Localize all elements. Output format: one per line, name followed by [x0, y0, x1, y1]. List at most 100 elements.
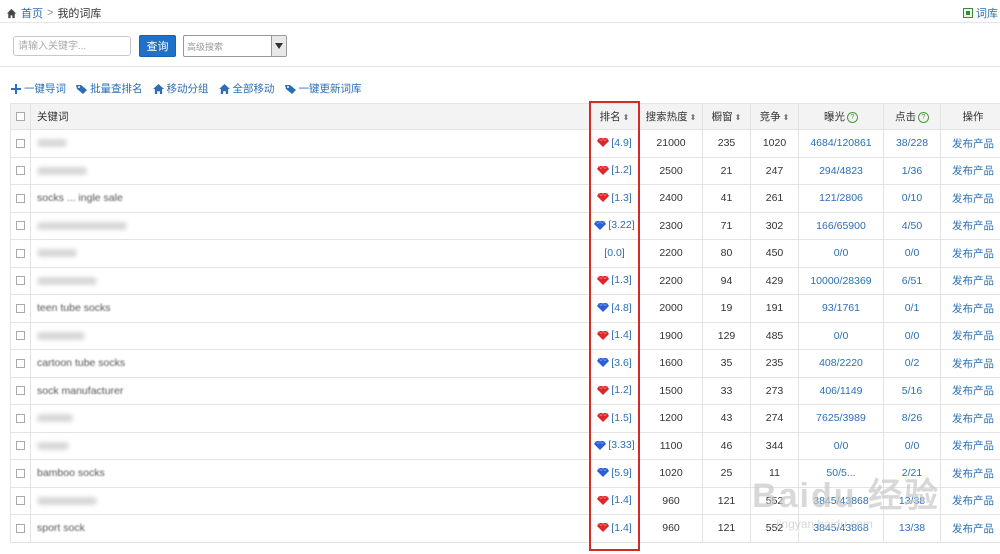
publish-product-link[interactable]: 发布产品: [952, 303, 994, 315]
row-checkbox[interactable]: [16, 386, 25, 396]
exposure-cell[interactable]: 0/0: [798, 239, 884, 268]
row-checkbox-cell[interactable]: [10, 376, 31, 405]
exposure-cell[interactable]: 0/0: [798, 321, 884, 350]
action-0[interactable]: 一键导词: [11, 81, 66, 96]
row-checkbox[interactable]: [16, 331, 25, 341]
clicks-cell[interactable]: 0/0: [883, 239, 941, 268]
header-rank[interactable]: 排名 ⬍: [589, 103, 640, 130]
row-checkbox-cell[interactable]: [10, 431, 31, 460]
exposure-cell[interactable]: 121/2806: [798, 184, 884, 213]
clicks-cell[interactable]: 0/0: [883, 431, 941, 460]
sort-icon[interactable]: ⬍: [783, 113, 790, 122]
row-checkbox-cell[interactable]: [10, 156, 31, 185]
publish-product-link[interactable]: 发布产品: [952, 523, 994, 535]
advanced-search-select[interactable]: 高级搜索: [183, 35, 287, 57]
rank-value[interactable]: [1.4]: [597, 522, 632, 534]
row-checkbox[interactable]: [16, 496, 25, 506]
clicks-cell[interactable]: 4/50: [883, 211, 941, 240]
row-checkbox[interactable]: [16, 303, 25, 313]
publish-product-link[interactable]: 发布产品: [952, 165, 994, 177]
clicks-cell[interactable]: 13/38: [883, 514, 941, 543]
exposure-cell[interactable]: 408/2220: [798, 349, 884, 378]
row-checkbox-cell[interactable]: [10, 404, 31, 433]
action-1[interactable]: 批量查排名: [76, 81, 143, 96]
rank-value[interactable]: [1.2]: [597, 384, 632, 396]
publish-product-link[interactable]: 发布产品: [952, 220, 994, 232]
row-checkbox[interactable]: [16, 138, 25, 148]
publish-product-link[interactable]: 发布产品: [952, 385, 994, 397]
rank-value[interactable]: [1.4]: [597, 494, 632, 506]
sort-icon[interactable]: ⬍: [623, 113, 630, 122]
row-checkbox[interactable]: [16, 166, 25, 176]
clicks-cell[interactable]: 0/1: [883, 294, 941, 323]
help-icon[interactable]: ?: [847, 111, 858, 123]
row-checkbox[interactable]: [16, 248, 25, 258]
exposure-cell[interactable]: 50/5...: [798, 459, 884, 488]
publish-product-link[interactable]: 发布产品: [952, 468, 994, 480]
sort-icon[interactable]: ⬍: [690, 113, 697, 122]
select-all-cell[interactable]: [10, 103, 31, 130]
clicks-cell[interactable]: 5/16: [883, 376, 941, 405]
rank-value[interactable]: [4.8]: [597, 302, 632, 314]
action-4[interactable]: 一键更新词库: [284, 81, 362, 96]
row-checkbox-cell[interactable]: [10, 294, 31, 323]
exposure-cell[interactable]: 3845/43868: [798, 486, 884, 515]
publish-product-link[interactable]: 发布产品: [952, 440, 994, 452]
row-checkbox-cell[interactable]: [10, 486, 31, 515]
row-checkbox-cell[interactable]: [10, 239, 31, 268]
exposure-cell[interactable]: 10000/28369: [798, 266, 884, 295]
row-checkbox-cell[interactable]: [10, 349, 31, 378]
rank-value[interactable]: [1.5]: [597, 412, 632, 424]
publish-product-link[interactable]: 发布产品: [952, 358, 994, 370]
rank-value[interactable]: [0.0]: [604, 247, 624, 259]
rank-value[interactable]: [3.33]: [594, 439, 635, 451]
clicks-cell[interactable]: 38/228: [883, 129, 941, 158]
publish-product-link[interactable]: 发布产品: [952, 138, 994, 150]
row-checkbox[interactable]: [16, 468, 25, 478]
rank-value[interactable]: [4.9]: [597, 137, 632, 149]
clicks-cell[interactable]: 6/51: [883, 266, 941, 295]
query-button[interactable]: 查询: [139, 35, 176, 57]
rank-value[interactable]: [1.3]: [597, 192, 632, 204]
clicks-cell[interactable]: 0/10: [883, 184, 941, 213]
rank-value[interactable]: [5.9]: [597, 467, 632, 479]
chevron-down-icon[interactable]: [271, 36, 286, 56]
row-checkbox[interactable]: [16, 413, 25, 423]
publish-product-link[interactable]: 发布产品: [952, 193, 994, 205]
row-checkbox-cell[interactable]: [10, 321, 31, 350]
row-checkbox-cell[interactable]: [10, 514, 31, 543]
exposure-cell[interactable]: 7625/3989: [798, 404, 884, 433]
rank-value[interactable]: [3.22]: [594, 219, 635, 231]
exposure-cell[interactable]: 166/65900: [798, 211, 884, 240]
rank-value[interactable]: [1.4]: [597, 329, 632, 341]
rank-value[interactable]: [1.2]: [597, 164, 632, 176]
breadcrumb-home-link[interactable]: 首页: [21, 5, 43, 21]
clicks-cell[interactable]: 8/26: [883, 404, 941, 433]
row-checkbox[interactable]: [16, 221, 25, 231]
header-compete[interactable]: 竞争 ⬍: [750, 103, 799, 130]
action-2[interactable]: 移动分组: [152, 81, 209, 96]
rank-value[interactable]: [3.6]: [597, 357, 632, 369]
publish-product-link[interactable]: 发布产品: [952, 495, 994, 507]
row-checkbox[interactable]: [16, 358, 25, 368]
select-all-checkbox[interactable]: [16, 112, 25, 122]
rank-value[interactable]: [1.3]: [597, 274, 632, 286]
row-checkbox[interactable]: [16, 441, 25, 451]
header-heat[interactable]: 搜索热度 ⬍: [639, 103, 703, 130]
clicks-cell[interactable]: 1/36: [883, 156, 941, 185]
exposure-cell[interactable]: 406/1149: [798, 376, 884, 405]
exposure-cell[interactable]: 4684/120861: [798, 129, 884, 158]
clicks-cell[interactable]: 0/2: [883, 349, 941, 378]
publish-product-link[interactable]: 发布产品: [952, 275, 994, 287]
clicks-cell[interactable]: 13/38: [883, 486, 941, 515]
row-checkbox[interactable]: [16, 523, 25, 533]
word-library-link[interactable]: 词库: [963, 5, 998, 21]
clicks-cell[interactable]: 2/21: [883, 459, 941, 488]
publish-product-link[interactable]: 发布产品: [952, 330, 994, 342]
action-3[interactable]: 全部移动: [218, 81, 275, 96]
row-checkbox-cell[interactable]: [10, 184, 31, 213]
clicks-cell[interactable]: 0/0: [883, 321, 941, 350]
exposure-cell[interactable]: 294/4823: [798, 156, 884, 185]
row-checkbox[interactable]: [16, 276, 25, 286]
exposure-cell[interactable]: 93/1761: [798, 294, 884, 323]
